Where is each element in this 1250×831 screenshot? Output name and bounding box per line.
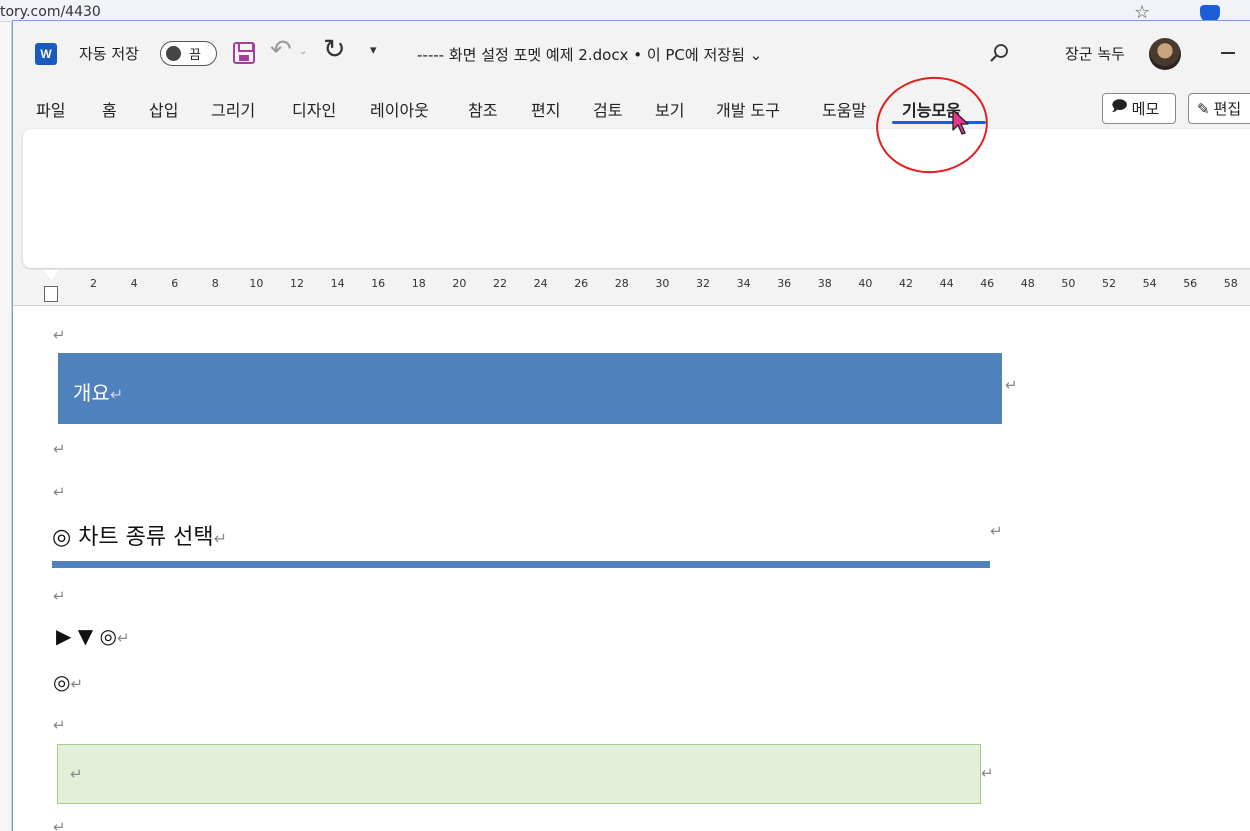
heading2-underline bbox=[52, 561, 990, 568]
word-window: W 자동 저장 끔 ↶ ⌄ ↻ ▾ ----- 화면 설정 포멧 예제 2.do… bbox=[12, 20, 1250, 831]
paragraph-mark: ↵ bbox=[109, 385, 124, 404]
avatar[interactable] bbox=[1149, 38, 1181, 70]
tab-file[interactable]: 파일 bbox=[36, 97, 65, 121]
ruler-number: 36 bbox=[777, 277, 792, 290]
ruler-number: 10 bbox=[249, 277, 264, 290]
symbols-text-1: ▶ ▼ ◎ bbox=[56, 624, 117, 648]
ruler-number: 54 bbox=[1142, 277, 1157, 290]
ruler-number: 40 bbox=[858, 277, 873, 290]
ruler-number: 34 bbox=[736, 277, 751, 290]
ruler-number: 30 bbox=[655, 277, 670, 290]
tab-references[interactable]: 참조 bbox=[468, 97, 497, 121]
heading2-text: ◎ 차트 종류 선택 bbox=[52, 525, 214, 550]
ruler-number: 24 bbox=[533, 277, 548, 290]
editing-button[interactable]: ✎ 편집 bbox=[1188, 93, 1250, 124]
ruler-number: 20 bbox=[452, 277, 467, 290]
tab-draw[interactable]: 그리기 bbox=[211, 97, 255, 121]
heading1-text: 개요 bbox=[73, 381, 110, 405]
mouse-cursor-icon bbox=[952, 109, 969, 135]
ruler-number: 48 bbox=[1020, 277, 1035, 290]
ruler-number: 42 bbox=[899, 277, 913, 290]
save-icon[interactable] bbox=[233, 42, 255, 64]
heading1-block[interactable]: 개요↵ bbox=[58, 353, 1002, 424]
ruler-number: 14 bbox=[330, 277, 345, 290]
symbols-text-2: ◎ bbox=[53, 670, 71, 694]
title-bar: W 자동 저장 끔 ↶ ⌄ ↻ ▾ ----- 화면 설정 포멧 예제 2.do… bbox=[13, 21, 1250, 85]
autosave-toggle[interactable]: 끔 bbox=[160, 41, 217, 66]
background-window-edge bbox=[0, 22, 12, 831]
ruler-number: 52 bbox=[1102, 277, 1116, 290]
comment-icon: 🗩 bbox=[1111, 97, 1128, 115]
paragraph-mark: ↵ bbox=[53, 326, 66, 344]
paragraph-mark: ↵ bbox=[116, 629, 130, 647]
tab-home[interactable]: 홈 bbox=[102, 97, 117, 121]
heading1-line: 개요↵ bbox=[73, 377, 123, 406]
tab-layout[interactable]: 레이아웃 bbox=[370, 97, 429, 121]
heading2-line: ◎ 차트 종류 선택↵ bbox=[52, 519, 227, 551]
editing-label: 편집 bbox=[1213, 100, 1242, 118]
customize-toolbar-icon[interactable]: ▾ bbox=[370, 43, 377, 58]
undo-dropdown-icon[interactable]: ⌄ bbox=[299, 46, 307, 57]
ruler-number: 32 bbox=[696, 277, 710, 290]
ruler-number: 6 bbox=[171, 277, 179, 290]
paragraph-mark: ↵ bbox=[990, 522, 1003, 540]
ruler-number: 28 bbox=[614, 277, 629, 290]
ruler-number: 46 bbox=[980, 277, 995, 290]
tab-design[interactable]: 디자인 bbox=[292, 97, 336, 121]
shaded-paragraph-box[interactable]: ↵ bbox=[57, 744, 981, 804]
ruler-number: 56 bbox=[1183, 277, 1198, 290]
tab-help[interactable]: 도움말 bbox=[822, 97, 866, 121]
ruler-number: 12 bbox=[290, 277, 304, 290]
ruler-number: 38 bbox=[817, 277, 832, 290]
browser-url[interactable]: tory.com/4430 bbox=[0, 4, 101, 20]
undo-icon[interactable]: ↶ bbox=[270, 35, 292, 65]
pencil-icon: ✎ bbox=[1197, 99, 1210, 118]
minimize-icon[interactable] bbox=[1221, 52, 1235, 54]
ruler-number: 58 bbox=[1223, 277, 1238, 290]
symbols-line-1: ▶ ▼ ◎↵ bbox=[56, 624, 130, 648]
ruler-number: 22 bbox=[493, 277, 507, 290]
ruler-number: 4 bbox=[130, 277, 138, 290]
toggle-knob bbox=[166, 46, 181, 61]
tab-view[interactable]: 보기 bbox=[655, 97, 684, 121]
symbols-line-2: ◎↵ bbox=[53, 670, 83, 694]
tab-developer[interactable]: 개발 도구 bbox=[716, 97, 780, 121]
ribbon-tabs: 파일 홈 삽입 그리기 디자인 레이아웃 참조 편지 검토 보기 개발 도구 도… bbox=[13, 91, 1250, 125]
ruler-number: 8 bbox=[211, 277, 219, 290]
redo-icon[interactable]: ↻ bbox=[323, 34, 346, 65]
search-icon[interactable] bbox=[988, 41, 1012, 65]
paragraph-mark: ↵ bbox=[213, 529, 228, 548]
tab-mailings[interactable]: 편지 bbox=[531, 97, 560, 121]
document-page[interactable]: ↵ 개요↵ ↵ ↵ ↵ ◎ 차트 종류 선택↵ ↵ ↵ ▶ ▼ ◎↵ ◎↵ ↵ … bbox=[13, 305, 1250, 831]
ruler-number: 26 bbox=[574, 277, 589, 290]
paragraph-mark: ↵ bbox=[53, 483, 66, 501]
ruler-number: 44 bbox=[939, 277, 954, 290]
autosave-label: 자동 저장 bbox=[79, 45, 139, 63]
paragraph-mark: ↵ bbox=[53, 587, 66, 605]
comments-button[interactable]: 🗩 메모 bbox=[1102, 93, 1176, 124]
tab-review[interactable]: 검토 bbox=[593, 97, 622, 121]
horizontal-ruler[interactable]: 2 4 6 8 10 12 14 16 18 20 22 24 26 28 30 32 34 36 38 40 42 44… bbox=[13, 270, 1250, 305]
tab-insert[interactable]: 삽입 bbox=[149, 97, 178, 121]
ruler-numbers: 2 4 6 8 10 12 14 16 18 20 22 24 26 28 30 32 34 36 38 40 42 44… bbox=[13, 270, 1250, 305]
paragraph-mark: ↵ bbox=[53, 818, 66, 831]
comments-label: 메모 bbox=[1131, 100, 1160, 118]
paragraph-mark: ↵ bbox=[70, 675, 84, 693]
paragraph-mark: ↵ bbox=[1005, 376, 1018, 394]
document-title[interactable]: ----- 화면 설정 포멧 예제 2.docx • 이 PC에 저장됨 ⌄ bbox=[417, 44, 762, 65]
user-name[interactable]: 장군 녹두 bbox=[1065, 43, 1125, 64]
word-logo-icon: W bbox=[35, 43, 57, 65]
ruler-number: 2 bbox=[90, 277, 97, 290]
paragraph-mark: ↵ bbox=[53, 440, 66, 458]
autosave-state: 끔 bbox=[189, 48, 201, 63]
ribbon-panel bbox=[23, 129, 1250, 268]
paragraph-mark: ↵ bbox=[70, 765, 83, 783]
ruler-number: 16 bbox=[371, 277, 386, 290]
paragraph-mark: ↵ bbox=[981, 764, 994, 782]
browser-toolbar: tory.com/4430 ☆ bbox=[0, 0, 1250, 23]
ruler-number: 18 bbox=[411, 277, 426, 290]
paragraph-mark: ↵ bbox=[53, 716, 66, 734]
ruler-number: 50 bbox=[1061, 277, 1076, 290]
